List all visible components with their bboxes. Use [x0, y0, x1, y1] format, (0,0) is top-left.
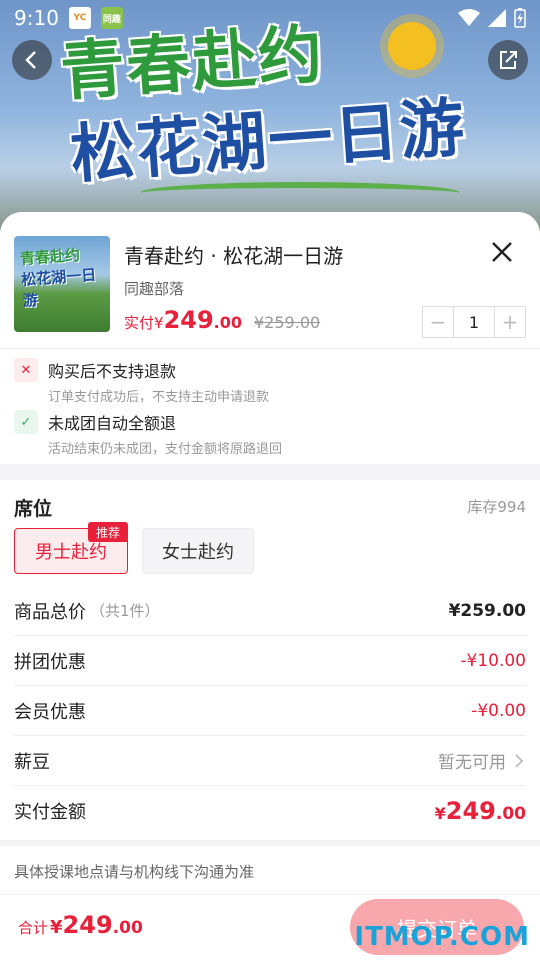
product-card: 青春赴约 松花湖一日游 青春赴约 · 松花湖一日游 同趣部落 实付 ¥ 249 … — [0, 212, 540, 464]
status-bar: 9:10 YC 同趣 — [0, 0, 540, 36]
row-sublabel: （共1件） — [90, 602, 160, 620]
product-organizer: 同趣部落 — [124, 280, 185, 298]
row-label: 商品总价 — [14, 601, 86, 623]
chevron-right-icon — [515, 753, 524, 768]
notification-app-icon: 同趣 — [100, 7, 123, 29]
row-label: 拼团优惠 — [14, 651, 86, 673]
row-item-total: 商品总价 （共1件） ¥259.00 — [14, 586, 526, 636]
total-currency: ¥ — [50, 917, 63, 938]
policy-title: 未成团自动全额退 — [48, 414, 177, 433]
swoosh-decoration — [140, 182, 460, 204]
status-icons — [458, 8, 526, 28]
row-value: ¥259.00 — [448, 600, 526, 621]
checkout-bar: 合计 ¥ 249 .00 提交订单 ITMOP.COM — [0, 894, 540, 960]
row-label: 薪豆 — [14, 751, 50, 773]
quantity-stepper: − 1 + — [422, 306, 526, 338]
back-button[interactable] — [12, 40, 52, 80]
thumbnail-title-line2: 松花湖一日游 — [20, 265, 97, 311]
status-time: 9:10 — [14, 6, 59, 30]
policy-title: 购买后不支持退款 — [48, 362, 177, 381]
row-label: 实付金额 — [14, 802, 86, 823]
row-pay-amount: 实付金额 ¥ 249 .00 — [14, 786, 526, 836]
stock-count: 库存994 — [467, 498, 526, 516]
x-icon: ✕ — [14, 358, 38, 382]
row-group-discount: 拼团优惠 -¥10.00 — [14, 636, 526, 686]
battery-icon — [514, 8, 526, 28]
signal-icon — [488, 9, 506, 27]
row-value: -¥10.00 — [460, 650, 526, 671]
decrement-button[interactable]: − — [423, 307, 453, 337]
policy-auto-refund: ✓ 未成团自动全额退 活动结束仍未成团，支付金额将原路退回 — [14, 410, 282, 457]
total-int: 249 — [62, 911, 113, 939]
chevron-left-icon — [25, 51, 36, 69]
wifi-icon — [458, 9, 480, 26]
pay-amount-int: 249 — [445, 797, 496, 825]
seat-section-title: 席位 — [14, 498, 53, 520]
watermark: ITMOP.COM — [354, 922, 530, 952]
row-value: -¥0.00 — [471, 700, 526, 721]
pay-currency: ¥ — [154, 314, 164, 332]
increment-button[interactable]: + — [495, 307, 525, 337]
original-price: ¥259.00 — [254, 313, 321, 332]
policy-subtitle: 订单支付成功后，不支持主动申请退款 — [48, 390, 270, 405]
share-icon — [500, 51, 517, 69]
recommend-badge: 推荐 — [88, 522, 128, 542]
product-title: 青春赴约 · 松花湖一日游 — [124, 244, 344, 268]
total-label: 合计 — [18, 919, 49, 937]
policy-subtitle: 活动结束仍未成团，支付金额将原路退回 — [48, 442, 283, 457]
total-dec: .00 — [112, 918, 143, 938]
notification-app-icon: YC — [68, 7, 91, 29]
close-icon — [492, 242, 512, 262]
row-bean[interactable]: 薪豆 暂无可用 — [14, 736, 526, 786]
pay-amount-currency: ¥ — [434, 804, 446, 823]
close-button[interactable] — [490, 240, 514, 264]
share-button[interactable] — [488, 40, 528, 80]
pay-price-dec: .00 — [213, 313, 243, 332]
order-sheet: 青春赴约 松花湖一日游 青春赴约 · 松花湖一日游 同趣部落 实付 ¥ 249 … — [0, 212, 540, 960]
hero-banner: 青春赴约 松花湖一日游 — [0, 0, 540, 240]
pay-amount-dec: .00 — [495, 804, 526, 824]
seat-option-female[interactable]: 女士赴约 — [142, 528, 254, 574]
pay-label: 实付 — [124, 314, 155, 332]
product-thumbnail: 青春赴约 松花湖一日游 — [14, 236, 110, 332]
bean-status: 暂无可用 — [438, 753, 506, 773]
row-label: 会员优惠 — [14, 701, 86, 723]
row-member-discount: 会员优惠 -¥0.00 — [14, 686, 526, 736]
quantity-value[interactable]: 1 — [453, 307, 495, 337]
pay-amount-value: ¥ 249 .00 — [435, 797, 526, 825]
divider — [0, 348, 540, 349]
order-details-card: 席位 库存994 男士赴约 推荐 女士赴约 商品总价 （共1件） ¥259.00… — [0, 480, 540, 840]
policy-no-refund: ✕ 购买后不支持退款 订单支付成功后，不支持主动申请退款 — [14, 358, 269, 405]
checkout-total: 合计 ¥ 249 .00 — [18, 911, 143, 939]
location-note: 具体授课地点请与机构线下沟通为准 — [0, 846, 540, 896]
check-icon: ✓ — [14, 410, 38, 434]
row-value: 暂无可用 — [438, 748, 526, 773]
pay-price-int: 249 — [163, 306, 214, 334]
price-row: 实付 ¥ 249 .00 ¥259.00 — [124, 306, 320, 334]
